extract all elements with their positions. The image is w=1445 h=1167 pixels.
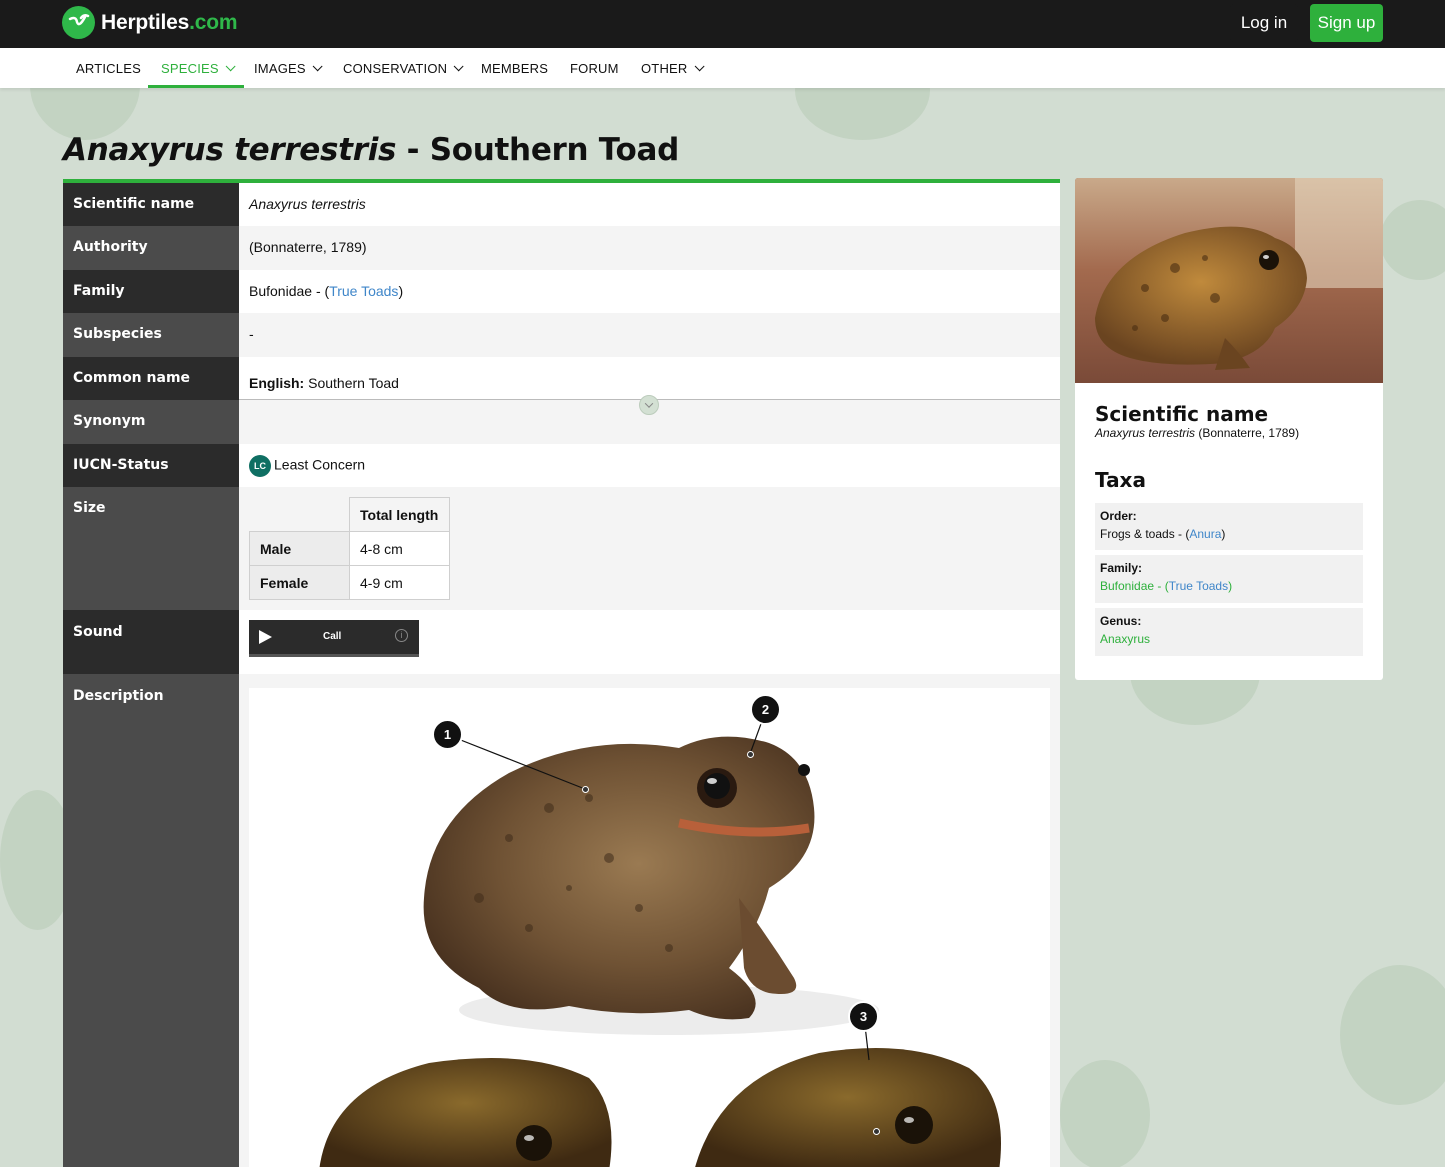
row-size: Size Total length Male 4-8 cm Female 4-9… [63,487,1060,610]
row-value: Total length Male 4-8 cm Female 4-9 cm [239,487,1060,610]
genus-link[interactable]: Anaxyrus [1100,632,1150,646]
row-label: Scientific name [63,183,239,226]
row-label: Family [63,270,239,313]
row-common-name: Common name English: Southern Toad [63,357,1060,400]
logo-icon [62,6,95,39]
chevron-down-icon [694,60,705,71]
row-value: (Bonnaterre, 1789) [239,226,1060,270]
background-blob [1380,200,1445,280]
nav-species[interactable]: SPECIES [148,48,244,88]
annotation-marker-1[interactable]: 1 [432,719,463,750]
audio-player: Call i [249,620,419,657]
row-label: IUCN-Status [63,444,239,487]
logo-text: Herptiles.com [101,10,238,34]
row-value: English: Southern Toad [239,357,1060,400]
marker-point [873,1128,880,1135]
nav-images[interactable]: IMAGES [254,48,323,88]
taxa-family: Family: Bufonidae - (True Toads) [1095,555,1363,603]
row-authority: Authority (Bonnaterre, 1789) [63,226,1060,270]
family-link[interactable]: True Toads [329,283,398,299]
nav-articles[interactable]: ARTICLES [76,48,141,88]
info-icon[interactable]: i [395,629,408,642]
row-value: - [239,313,1060,357]
play-icon[interactable] [259,630,272,644]
table-row: Male 4-8 cm [249,531,450,566]
expand-toggle-button[interactable] [639,395,659,415]
row-value: LC Least Concern [239,444,1060,487]
annotation-marker-2[interactable]: 2 [750,694,781,725]
size-sex-cell: Male [249,531,350,566]
title-common: Southern Toad [429,132,680,168]
size-length-cell: 4-9 cm [349,565,450,600]
species-photo[interactable] [1075,178,1383,383]
row-iucn-status: IUCN-Status LC Least Concern [63,444,1060,487]
size-sex-cell: Female [249,565,350,600]
login-button[interactable]: Log in [1230,4,1298,42]
species-sidebar: Scientific name Anaxyrus terrestris (Bon… [1075,178,1383,680]
family-genus-link[interactable]: Bufonidae - ( [1100,579,1169,593]
nav-members[interactable]: MEMBERS [481,48,548,88]
size-column-header: Total length [349,497,450,532]
row-label: Size [63,487,239,610]
background-blob [1060,1060,1150,1167]
background-blob [1340,965,1445,1105]
row-synonym: Synonym [63,400,1060,444]
row-label: Common name [63,357,239,400]
row-family: Family Bufonidae - (True Toads) [63,270,1060,313]
main-nav: ARTICLES SPECIES IMAGES CONSERVATION MEM… [0,48,1445,88]
row-label: Subspecies [63,313,239,357]
title-separator: - [396,132,430,168]
marker-point [582,786,589,793]
chevron-down-icon [644,399,654,408]
toad-illustration [319,709,1001,1167]
row-label: Sound [63,610,239,674]
sidebar-taxa-heading: Taxa [1095,468,1146,492]
signup-button[interactable]: Sign up [1310,4,1383,42]
row-sound: Sound Call i [63,610,1060,674]
row-value: Bufonidae - (True Toads) [239,270,1060,313]
top-header: Herptiles.com Log in Sign up [0,0,1445,48]
size-table: Total length Male 4-8 cm Female 4-9 cm [249,497,450,600]
marker-point [747,751,754,758]
row-label: Synonym [63,400,239,444]
row-subspecies: Subspecies - [63,313,1060,357]
row-label: Description [63,674,239,1167]
taxa-genus: Genus: Anaxyrus [1095,608,1363,656]
sidebar-scientific-name: Anaxyrus terrestris (Bonnaterre, 1789) [1095,426,1300,440]
taxa-order: Order: Frogs & toads - (Anura) [1095,503,1363,550]
row-value: Anaxyrus terrestris [239,183,1060,226]
chevron-down-icon [453,60,464,71]
site-logo[interactable]: Herptiles.com [62,6,237,39]
table-row: Female 4-9 cm [249,565,450,600]
iucn-lc-badge: LC [249,455,271,477]
nav-conservation[interactable]: CONSERVATION [343,48,464,88]
nav-forum[interactable]: FORUM [570,48,619,88]
family-common-link[interactable]: True Toads [1169,579,1228,593]
sound-name: Call [323,631,342,642]
annotation-marker-3[interactable]: 3 [848,1001,879,1032]
title-scientific: Anaxyrus terrestris [63,132,397,168]
size-length-cell: 4-8 cm [349,531,450,566]
nav-other[interactable]: OTHER [641,48,705,88]
order-link[interactable]: Anura [1189,527,1221,541]
sidebar-scientific-heading: Scientific name [1095,402,1269,426]
row-scientific-name: Scientific name Anaxyrus terrestris [63,183,1060,226]
page-title: Anaxyrus terrestris - Southern Toad [63,132,679,168]
description-image: 1 2 3 [249,688,1050,1167]
row-value: Call i [239,610,1060,674]
chevron-down-icon [312,60,323,71]
chevron-down-icon [225,60,236,71]
row-label: Authority [63,226,239,270]
species-info-table: Scientific name Anaxyrus terrestris Auth… [63,179,1060,1167]
